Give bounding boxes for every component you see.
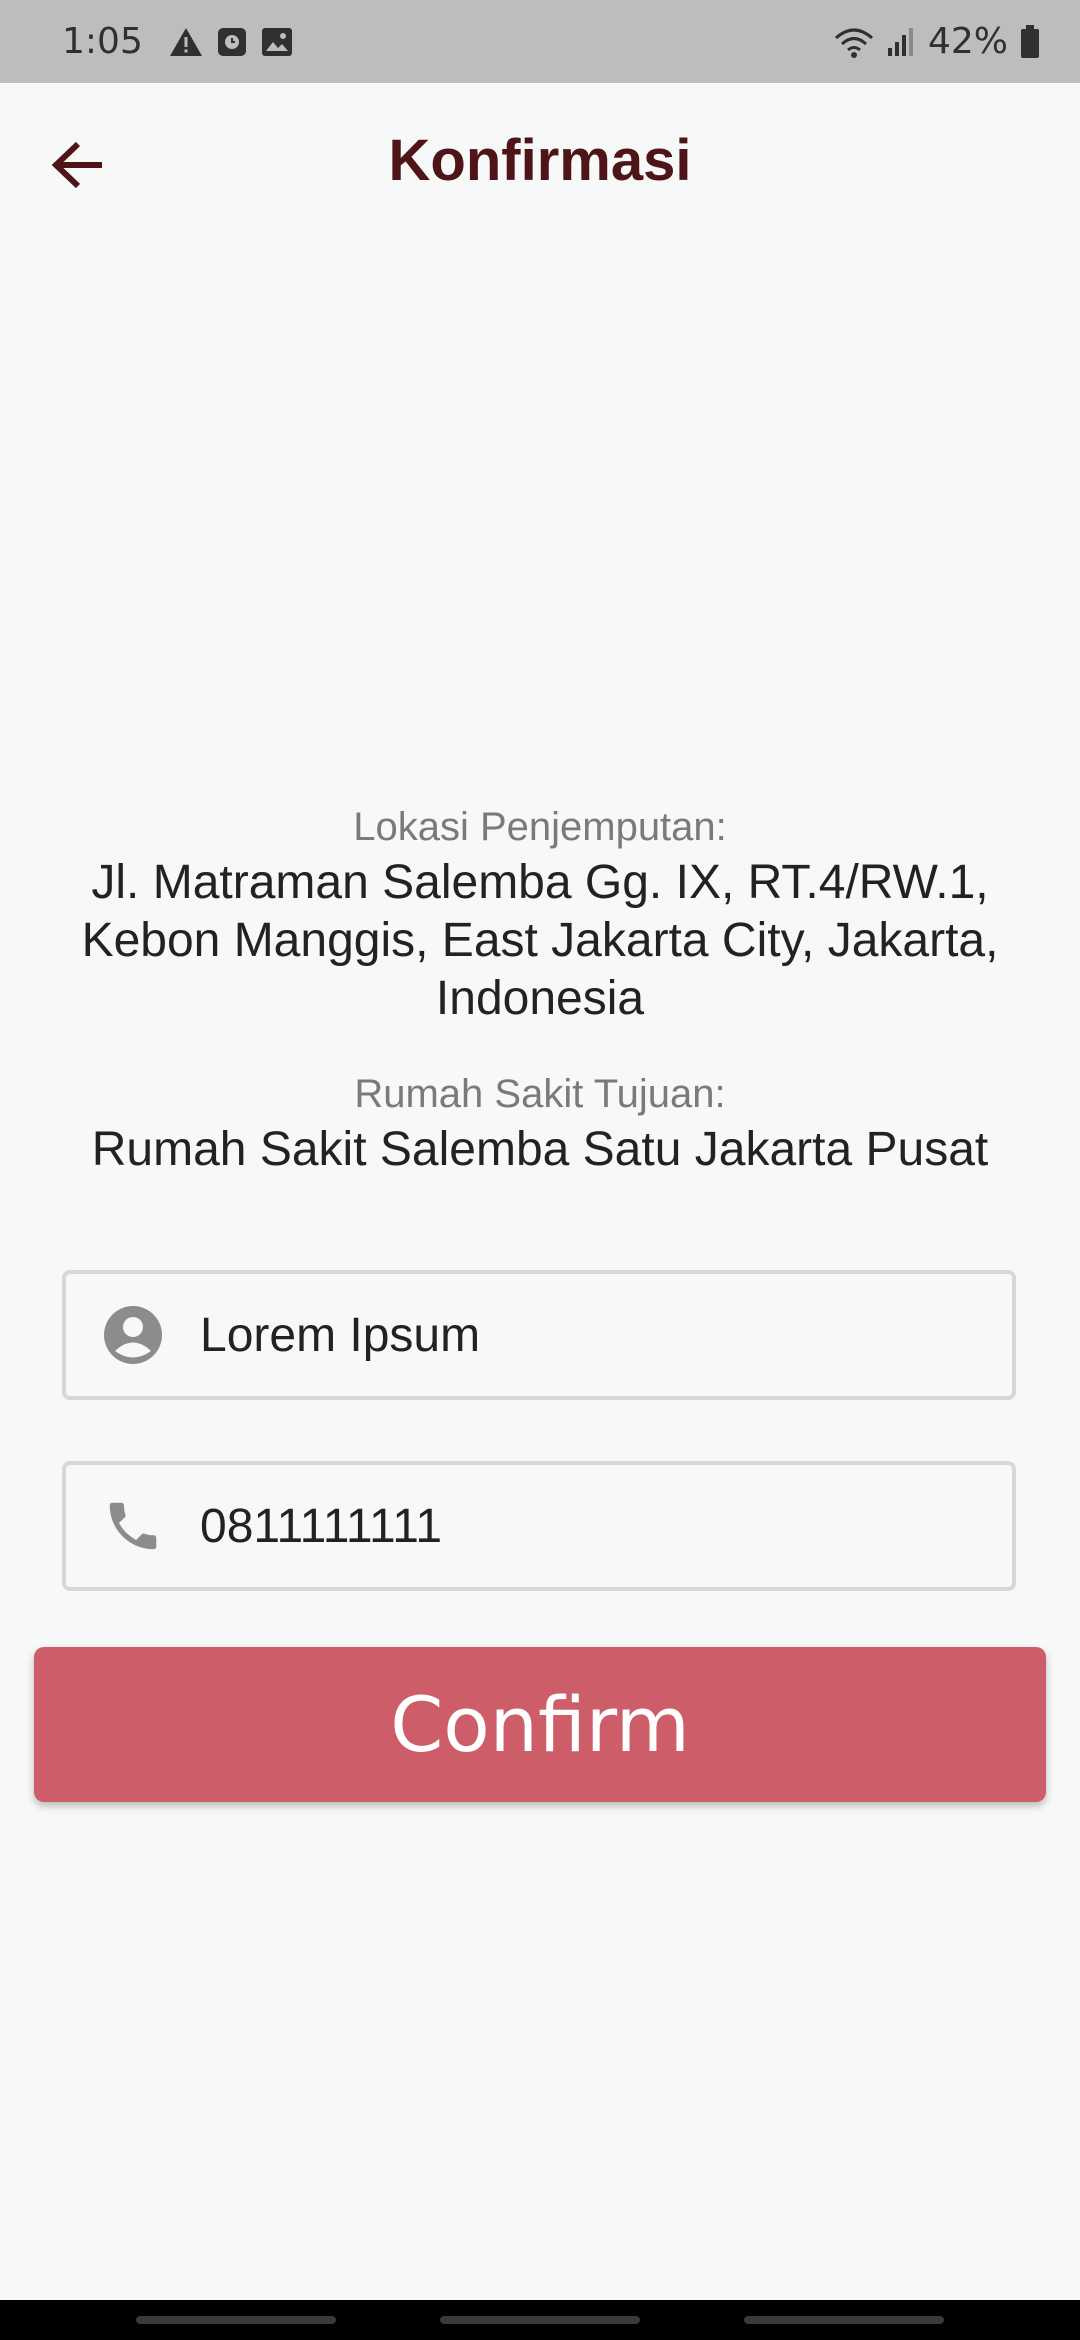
status-notification-icons (169, 27, 293, 57)
battery-icon (1021, 24, 1039, 58)
battery-percent: 42% (927, 21, 1008, 62)
pickup-address-line2: Kebon Manggis, East Jakarta City, Jakart… (81, 914, 999, 967)
status-bar: 1:05 42% (0, 0, 1080, 83)
warning-icon (169, 27, 202, 56)
navigation-bar (0, 2300, 1080, 2340)
nav-handle-left (136, 2316, 336, 2324)
image-icon (261, 27, 292, 56)
phone-input-value: 0811111111 (200, 1499, 443, 1553)
confirm-button-label: Confirm (390, 1680, 690, 1769)
phone-icon (102, 1495, 164, 1557)
status-time: 1:05 (62, 21, 143, 62)
destination-value: Rumah Sakit Salemba Satu Jakarta Pusat (91, 1123, 989, 1176)
destination-section: Rumah Sakit Tujuan: Rumah Sakit Salemba … (40, 1067, 1040, 1179)
destination-label: Rumah Sakit Tujuan: (354, 1072, 726, 1116)
confirm-button[interactable]: Confirm (34, 1647, 1046, 1802)
pickup-address-line1: Jl. Matraman Salemba Gg. IX, RT.4/RW.1, (91, 856, 989, 909)
person-icon (102, 1304, 164, 1366)
app-bar: Konfirmasi (0, 83, 1080, 243)
phone-field[interactable]: 0811111111 (62, 1461, 1016, 1591)
name-field[interactable]: Lorem Ipsum (62, 1270, 1016, 1400)
pickup-address-line3: Indonesia (435, 972, 645, 1025)
pickup-section: Lokasi Penjemputan: Jl. Matraman Salemba… (40, 800, 1040, 1028)
signal-icon (887, 27, 913, 56)
nav-handle-right (744, 2316, 944, 2324)
page-title: Konfirmasi (388, 128, 692, 193)
clock-app-icon (217, 27, 246, 56)
status-system-icons: 42% (834, 21, 1040, 62)
wifi-icon (834, 28, 873, 58)
name-input-value: Lorem Ipsum (200, 1308, 481, 1362)
nav-handle-center[interactable] (440, 2316, 640, 2324)
pickup-label: Lokasi Penjemputan: (353, 805, 727, 849)
